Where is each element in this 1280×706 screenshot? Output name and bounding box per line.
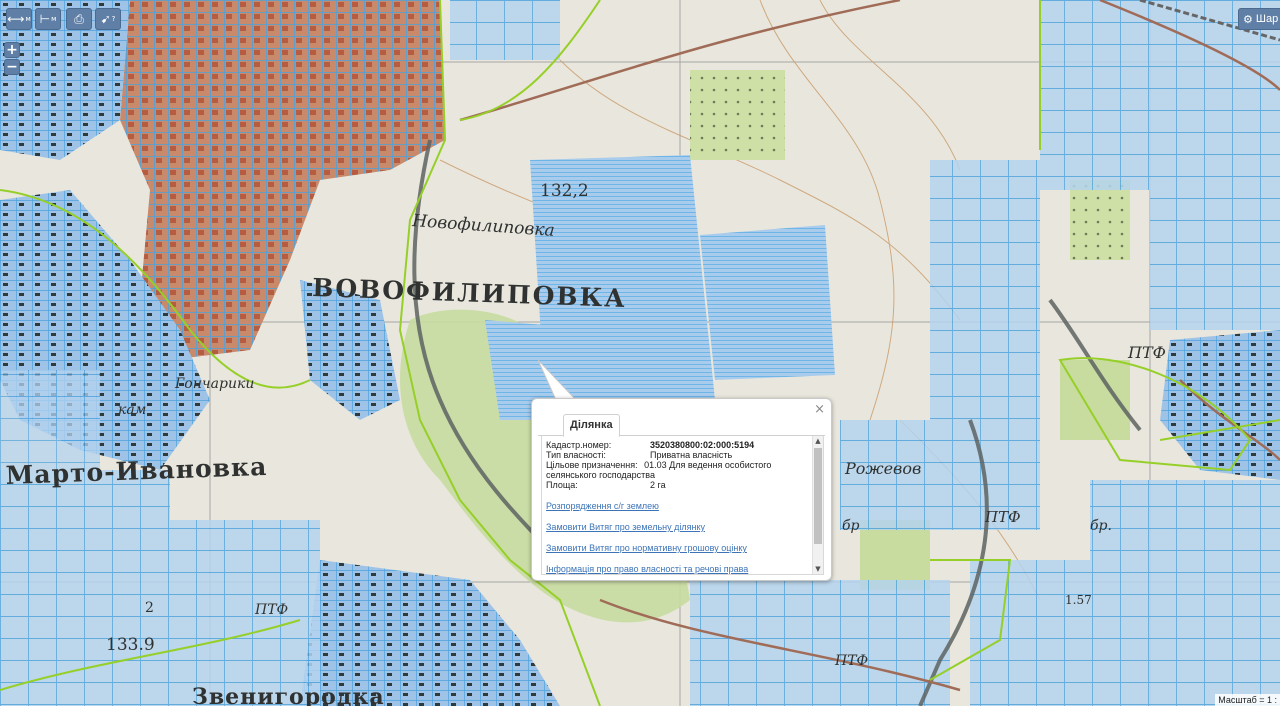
measure-length-button[interactable]: ⟷ м [6,8,32,30]
print-button[interactable]: ⎙ [66,8,92,30]
link-order-valuation-extract[interactable]: Замовити Витяг про нормативну грошову оц… [546,543,812,553]
gear-icon: ⚙ [1243,12,1253,26]
parcel-details: Кадастр.номер: 3520380800:02:000:5194 Ти… [546,440,812,574]
map-label-ptf-1: ПТФ [1127,343,1166,362]
scroll-thumb[interactable] [814,448,822,544]
cadastral-number: 3520380800:02:000:5194 [650,440,755,450]
map-label-ptf-2: ПТФ [984,508,1021,526]
field-label: Тип власності: [546,450,606,460]
ruler-icon: ⟷ [7,12,25,26]
cadastral-map[interactable]: ВОВОФИЛИПОВКА Новофилиповка Марто-Иванов… [0,0,1280,706]
cadastral-number-row: Кадастр.номер: 3520380800:02:000:5194 [546,440,812,450]
area-row: Площа: 2 га [546,480,812,490]
map-label-ptf-4: ПТФ [834,653,868,669]
map-label-height-1: 132,2 [540,181,589,201]
map-label-br-2: бр. [1090,518,1112,534]
map-label-num: 2 [145,600,154,616]
ownership-type: Приватна власність [650,450,733,460]
map-label-num-2: 1.57 [1065,593,1092,607]
map-scale: Масштаб = 1 : [1215,694,1280,706]
share-label: Шар [1255,13,1279,25]
map-label-ptf-3: ПТФ [254,602,288,618]
field-label: Цільове призначення: [546,460,638,470]
link-order-parcel-extract[interactable]: Замовити Витяг про земельну ділянку [546,522,812,532]
map-label-town: Звенигородка [192,684,385,706]
measure-area-button[interactable]: ⊢ м [35,8,61,30]
map-label-kam: кам [118,402,146,418]
link-ownership-info[interactable]: Інформація про право власності та речові… [546,564,812,574]
field-label: Площа: [546,480,578,490]
scroll-up-icon[interactable]: ▲ [813,436,823,446]
parcel-area: 2 га [650,480,666,490]
zoom-in-button[interactable]: + [4,42,20,58]
map-label-village-4: Рожевов [844,459,921,478]
popup-body[interactable]: Кадастр.номер: 3520380800:02:000:5194 Ти… [541,436,824,575]
area-icon: ⊢ [39,12,51,26]
parcel-info-popup: × Ділянка Кадастр.номер: 3520380800:02:0… [531,398,832,581]
popup-pointer [538,360,578,402]
zoom-out-button[interactable]: − [4,59,20,75]
map-label-br-1: бр [842,518,860,534]
ownership-type-row: Тип власності: Приватна власність [546,450,812,460]
print-icon: ⎙ [74,11,84,26]
map-label-height-2: 133.9 [106,635,155,655]
purpose-row: Цільове призначення: 01.03 Для ведення о… [546,460,812,480]
share-button[interactable]: ⚙ Шар [1238,8,1280,30]
cursor-icon: ➹ [100,12,111,26]
map-label-village-5: Гончарики [174,376,254,392]
identify-button[interactable]: ➹? [95,8,121,30]
popup-scrollbar[interactable]: ▲ ▼ [812,436,823,574]
field-label: Кадастр.номер: [546,440,612,450]
popup-tabs: Ділянка [538,409,825,437]
scroll-down-icon[interactable]: ▼ [813,564,823,574]
tab-parcel[interactable]: Ділянка [563,414,620,437]
link-land-disposal[interactable]: Розпорядження с/г землею [546,501,812,511]
